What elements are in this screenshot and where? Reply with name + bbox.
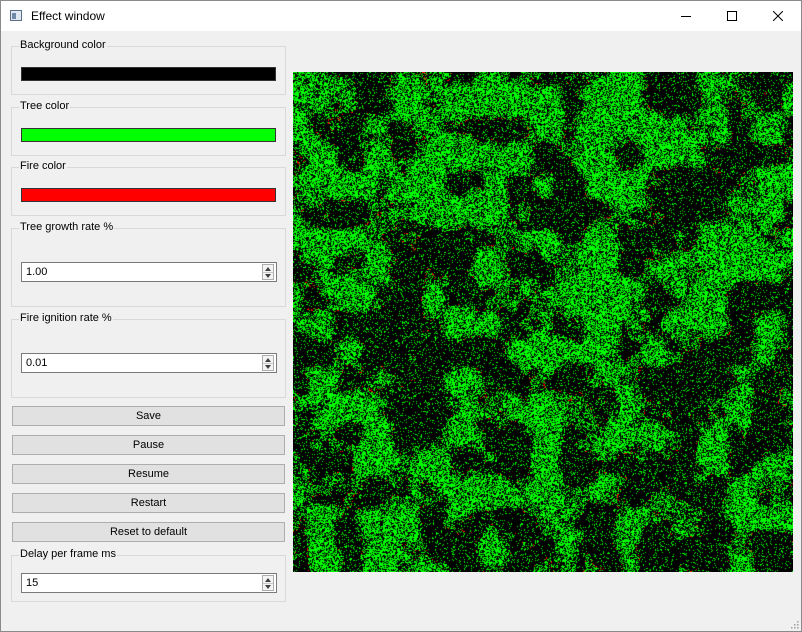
chevron-down-icon [265,584,271,589]
chevron-up-icon [265,357,271,362]
delay-per-frame-group: Delay per frame ms [11,548,286,602]
minimize-button[interactable] [663,1,709,31]
resume-button[interactable]: Resume [12,464,285,484]
reset-to-default-button[interactable]: Reset to default [12,522,285,542]
forest-fire-canvas [293,72,793,572]
fire-ignition-rate-group: Fire ignition rate % [11,312,286,398]
fire-ignition-rate-stepper[interactable] [262,355,274,371]
save-button[interactable]: Save [12,406,285,426]
tree-growth-rate-down-button[interactable] [263,272,273,279]
background-color-label: Background color [19,39,107,51]
title-bar[interactable]: Effect window [1,1,801,31]
simulation-image [293,72,793,572]
chevron-up-icon [265,577,271,582]
fire-ignition-rate-input[interactable] [26,357,246,369]
resize-grip-icon[interactable] [789,619,799,629]
maximize-icon [727,11,737,21]
background-color-group: Background color [11,39,286,95]
fire-ignition-rate-label: Fire ignition rate % [19,312,113,324]
chevron-up-icon [265,266,271,271]
tree-color-group: Tree color [11,100,286,156]
background-color-swatch[interactable] [21,67,276,81]
chevron-down-icon [265,273,271,278]
close-icon [773,11,783,21]
tree-growth-rate-spinbox[interactable] [21,262,277,282]
delay-per-frame-down-button[interactable] [263,583,273,590]
delay-per-frame-stepper[interactable] [262,575,274,591]
fire-ignition-rate-spinbox[interactable] [21,353,277,373]
fire-color-group: Fire color [11,160,286,216]
tree-growth-rate-stepper[interactable] [262,264,274,280]
minimize-icon [681,16,691,17]
tree-growth-rate-input[interactable] [26,266,246,278]
tree-color-label: Tree color [19,100,71,112]
close-button[interactable] [755,1,801,31]
tree-growth-rate-label: Tree growth rate % [19,221,115,233]
app-window-icon [10,10,22,21]
maximize-button[interactable] [709,1,755,31]
chevron-down-icon [265,364,271,369]
tree-growth-rate-group: Tree growth rate % [11,221,286,307]
tree-color-swatch[interactable] [21,128,276,142]
delay-per-frame-spinbox[interactable] [21,573,277,593]
fire-color-swatch[interactable] [21,188,276,202]
delay-per-frame-input[interactable] [26,577,246,589]
effect-window: Effect window Background color Tree colo… [0,0,802,632]
fire-color-label: Fire color [19,160,67,172]
delay-per-frame-label: Delay per frame ms [19,548,117,560]
window-title: Effect window [31,9,105,23]
restart-button[interactable]: Restart [12,493,285,513]
pause-button[interactable]: Pause [12,435,285,455]
fire-ignition-rate-down-button[interactable] [263,363,273,370]
